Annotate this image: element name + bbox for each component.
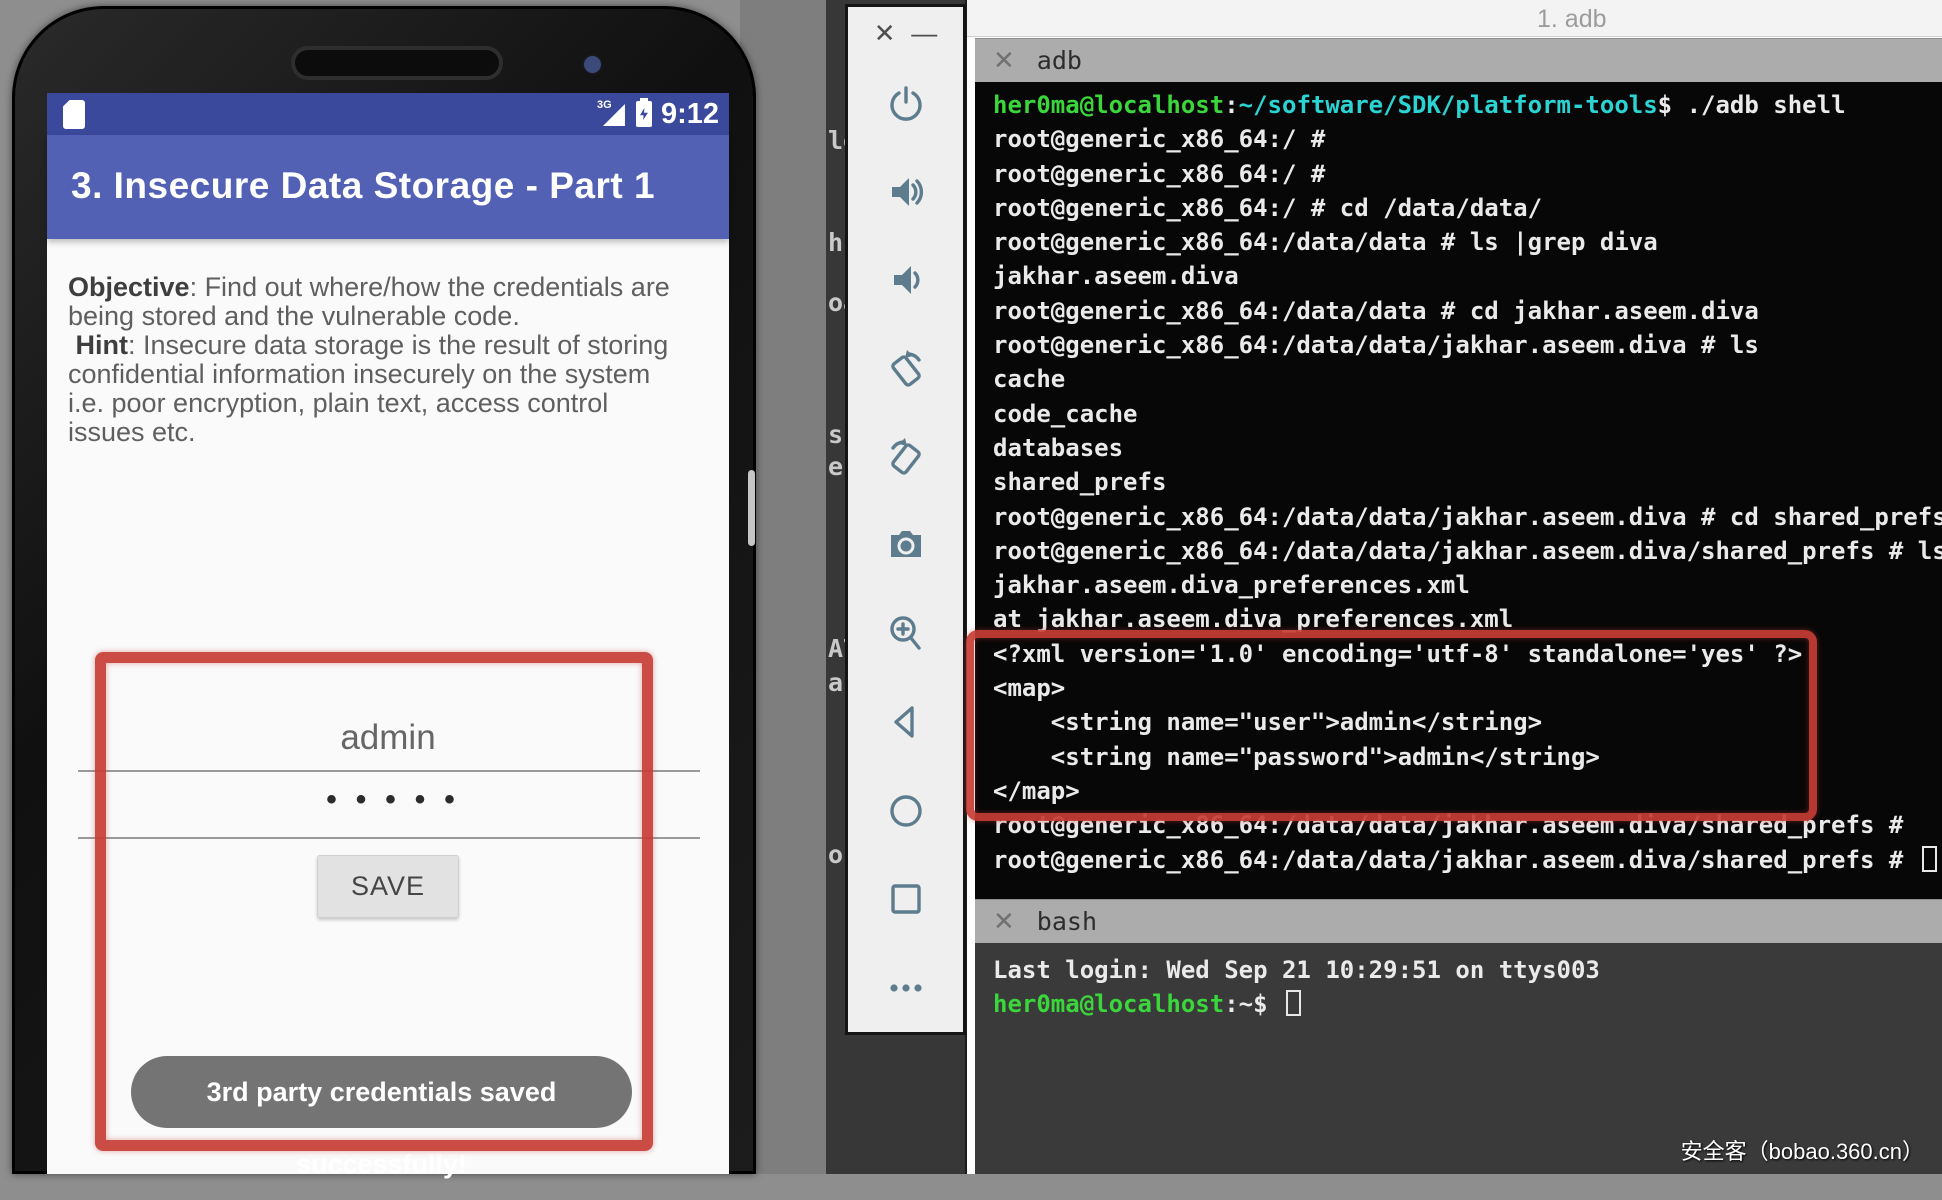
terminal-line: root@generic_x86_64:/data/data/jakhar.as… — [993, 328, 1942, 362]
volume-down-icon — [884, 258, 928, 302]
password-field[interactable]: ••••• — [59, 783, 741, 817]
tab-bash[interactable]: ✕ bash — [975, 899, 1942, 943]
terminal-line: databases — [993, 431, 1942, 465]
overview-button[interactable] — [848, 855, 963, 943]
adb-terminal-output[interactable]: her0ma@localhost:~/software/SDK/platform… — [975, 82, 1942, 899]
back-icon — [884, 700, 928, 744]
terminal-line: root@generic_x86_64:/data/data/jakhar.as… — [993, 808, 1942, 842]
terminal-cursor — [1286, 990, 1301, 1016]
more-icon — [884, 976, 928, 1000]
tab-close-icon[interactable]: ✕ — [993, 906, 1015, 937]
watermark-text: 安全客（bobao.360.cn） — [1681, 1134, 1924, 1166]
overview-icon — [884, 877, 928, 921]
terminal-line: <string name="password">admin</string> — [993, 740, 1942, 774]
tab-label: bash — [1037, 907, 1097, 936]
terminal-line: Last login: Wed Sep 21 10:29:51 on ttys0… — [993, 953, 1942, 987]
terminal-line: </map> — [993, 774, 1942, 808]
terminal-line: root@generic_x86_64:/ # cd /data/data/ — [993, 191, 1942, 225]
app-bar: 3. Insecure Data Storage - Part 1 — [47, 135, 729, 239]
back-button[interactable] — [848, 678, 963, 766]
terminal-line: root@generic_x86_64:/data/data/jakhar.as… — [993, 534, 1942, 568]
tab-close-icon[interactable]: ✕ — [993, 45, 1015, 76]
terminal-window-title: 1. adb — [1537, 5, 1607, 34]
zoom-in-icon — [884, 612, 928, 656]
power-icon — [884, 81, 928, 125]
background-text-fragment: h — [828, 228, 843, 257]
objective-label: Objective — [68, 272, 190, 302]
toast-message: 3rd party credentials saved successfully… — [131, 1056, 632, 1128]
terminal-line: her0ma@localhost:~/software/SDK/platform… — [993, 88, 1942, 122]
cell-signal-icon: 3G — [597, 99, 627, 129]
rotate-right-icon — [883, 434, 929, 480]
tab-adb[interactable]: ✕ adb — [975, 38, 1942, 82]
hint-label: Hint — [68, 330, 128, 360]
terminal-line: at jakhar.aseem.diva_preferences.xml — [993, 602, 1942, 636]
terminal-line: <map> — [993, 671, 1942, 705]
username-underline — [78, 770, 700, 772]
challenge-description: Objective: Find out where/how the creden… — [68, 273, 686, 447]
terminal-line: jakhar.aseem.diva — [993, 259, 1942, 293]
terminal-line: her0ma@localhost:~$ — [993, 987, 1942, 1021]
username-field[interactable]: admin — [47, 718, 729, 758]
terminal-cursor — [1922, 846, 1937, 872]
terminal-line: <string name="user">admin</string> — [993, 705, 1942, 739]
terminal-line: root@generic_x86_64:/data/data # ls |gre… — [993, 225, 1942, 259]
phone-side-button — [748, 470, 755, 546]
terminal-line: root@generic_x86_64:/ # — [993, 122, 1942, 156]
home-button[interactable] — [848, 767, 963, 855]
signal-type-label: 3G — [597, 99, 612, 111]
volume-up-icon — [884, 170, 928, 214]
power-button[interactable] — [848, 59, 963, 147]
battery-icon — [636, 101, 652, 127]
terminal-window: 1. adb ✕ adb her0ma@localhost:~/software… — [965, 0, 1942, 1174]
phone-front-camera — [584, 56, 601, 73]
save-button[interactable]: SAVE — [317, 855, 459, 918]
terminal-line: code_cache — [993, 397, 1942, 431]
terminal-line: jakhar.aseem.diva_preferences.xml — [993, 568, 1942, 602]
terminal-line: <?xml version='1.0' encoding='utf-8' sta… — [993, 637, 1942, 671]
phone-screen[interactable]: 3G 9:12 3. Insecure Data Storage - Part … — [47, 93, 729, 1174]
rotate-left-button[interactable] — [848, 324, 963, 412]
status-bar: 3G 9:12 — [47, 93, 729, 135]
terminal-line: root@generic_x86_64:/data/data/jakhar.as… — [993, 843, 1942, 877]
rotate-right-button[interactable] — [848, 413, 963, 501]
terminal-line: cache — [993, 362, 1942, 396]
phone-speaker — [291, 46, 503, 80]
sdcard-notification-icon — [63, 100, 85, 129]
terminal-line: shared_prefs — [993, 465, 1942, 499]
terminal-line: root@generic_x86_64:/data/data # cd jakh… — [993, 294, 1942, 328]
minimize-icon[interactable]: — — [911, 20, 937, 46]
app-title: 3. Insecure Data Storage - Part 1 — [71, 165, 655, 207]
home-icon — [884, 789, 928, 833]
more-options-button[interactable] — [848, 944, 963, 1032]
emulator-toolbar: ✕ — — [845, 4, 966, 1035]
terminal-line: root@generic_x86_64:/data/data/jakhar.as… — [993, 500, 1942, 534]
terminal-line: root@generic_x86_64:/ # — [993, 157, 1942, 191]
camera-icon — [883, 522, 929, 568]
volume-up-button[interactable] — [848, 147, 963, 235]
close-icon[interactable]: ✕ — [874, 20, 896, 46]
password-underline — [78, 837, 700, 839]
tab-label: adb — [1037, 46, 1082, 75]
zoom-button[interactable] — [848, 590, 963, 678]
screenshot-button[interactable] — [848, 501, 963, 589]
terminal-titlebar[interactable]: 1. adb — [967, 0, 1942, 37]
status-clock: 9:12 — [661, 98, 719, 131]
volume-down-button[interactable] — [848, 236, 963, 324]
rotate-left-icon — [883, 346, 929, 392]
